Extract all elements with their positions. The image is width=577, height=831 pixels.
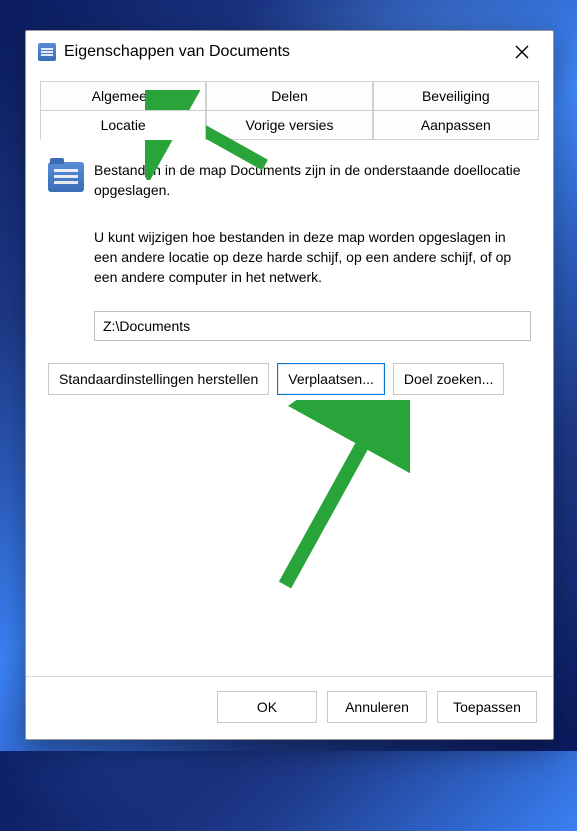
close-button[interactable] [503,37,541,67]
cancel-button[interactable]: Annuleren [327,691,427,723]
close-icon [515,45,529,59]
tab-locatie[interactable]: Locatie [40,110,206,140]
move-button[interactable]: Verplaatsen... [277,363,385,395]
find-target-button[interactable]: Doel zoeken... [393,363,505,395]
tab-aanpassen[interactable]: Aanpassen [373,110,539,140]
info-text: U kunt wijzigen hoe bestanden in deze ma… [94,227,531,288]
dialog-footer: OK Annuleren Toepassen [26,676,553,739]
tab-algemeen[interactable]: Algemeen [40,81,206,110]
restore-defaults-button[interactable]: Standaardinstellingen herstellen [48,363,269,395]
tab-vorige-versies[interactable]: Vorige versies [206,110,372,140]
window-title: Eigenschappen van Documents [64,43,503,61]
documents-icon [38,43,56,61]
properties-dialog: Eigenschappen van Documents Algemeen Del… [25,30,554,740]
folder-icon [48,162,84,192]
tabs: Algemeen Delen Beveiliging Locatie Vorig… [26,73,553,140]
tab-delen[interactable]: Delen [206,81,372,110]
tab-beveiliging[interactable]: Beveiliging [373,81,539,110]
tab-content: Bestanden in de map Documents zijn in de… [26,140,553,676]
apply-button[interactable]: Toepassen [437,691,537,723]
titlebar: Eigenschappen van Documents [26,31,553,73]
ok-button[interactable]: OK [217,691,317,723]
path-input[interactable] [94,311,531,341]
folder-description: Bestanden in de map Documents zijn in de… [94,160,531,201]
